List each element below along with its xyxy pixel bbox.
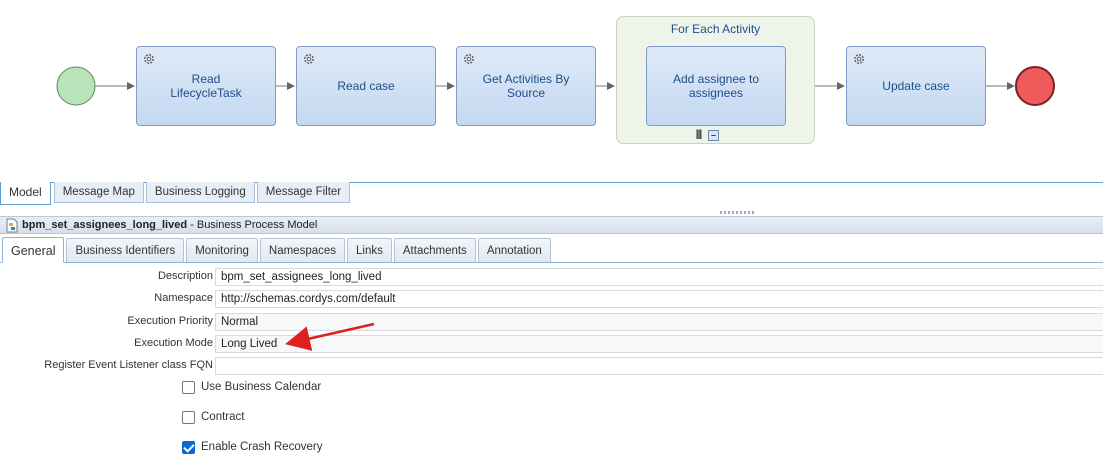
gear-icon [854,54,864,64]
start-event [56,66,96,106]
gear-icon [144,54,154,64]
annotation-arrow [285,322,375,351]
tab-namespaces[interactable]: Namespaces [259,238,346,262]
loop-controls: ||| – [693,130,719,141]
task-get-activities-by-source[interactable]: Get Activities By Source [456,46,596,126]
end-event [1015,66,1055,106]
splitter-grip[interactable] [720,211,754,214]
tab-attachments[interactable]: Attachments [393,238,476,262]
editor-tabs: Model Message Map Business Logging Messa… [0,182,352,205]
use-business-calendar-checkbox[interactable] [182,380,195,394]
tab-links[interactable]: Links [347,238,392,262]
process-canvas: Read LifecycleTask Read case Get Activit… [0,0,1103,182]
namespace-row: Namespace [0,290,1103,308]
tab-annotation[interactable]: Annotation [477,238,551,262]
execution-priority-label: Execution Priority [127,315,213,327]
tab-message-map[interactable]: Message Map [53,182,144,203]
use-business-calendar-row: Use Business Calendar [182,379,321,395]
execution-mode-label: Execution Mode [134,337,213,349]
tab-model[interactable]: Model [0,182,51,205]
tab-business-identifiers[interactable]: Business Identifiers [66,238,185,262]
task-read-case[interactable]: Read case [296,46,436,126]
description-input[interactable] [215,268,1103,286]
description-row: Description [0,268,1103,286]
contract-checkbox[interactable] [182,410,195,424]
process-name: bpm_set_assignees_long_lived [22,219,188,231]
process-model-icon [6,218,18,233]
panel-header: bpm_set_assignees_long_lived - Business … [0,216,1103,234]
multi-instance-icon[interactable]: ||| [693,130,704,141]
tab-message-filter[interactable]: Message Filter [256,182,351,203]
property-tabs: General Business Identifiers Monitoring … [2,237,553,263]
task-update-case[interactable]: Update case [846,46,986,126]
tab-business-logging[interactable]: Business Logging [145,182,255,203]
task-label: Read case [337,79,395,93]
event-listener-row: Register Event Listener class FQN [0,357,1103,375]
enable-crash-recovery-label: Enable Crash Recovery [201,441,323,453]
tab-monitoring[interactable]: Monitoring [186,238,258,262]
enable-crash-recovery-row: Enable Crash Recovery [182,439,322,455]
use-business-calendar-label: Use Business Calendar [201,381,322,393]
execution-mode-row: Execution Mode Long Lived [0,335,1103,353]
event-listener-label: Register Event Listener class FQN [44,359,213,371]
tab-general[interactable]: General [2,237,65,263]
task-label: Update case [882,79,950,93]
contract-row: Contract [182,409,244,425]
gear-icon [304,54,314,64]
gear-icon [464,54,474,64]
task-add-assignee[interactable]: Add assignee to assignees [646,46,786,126]
enable-crash-recovery-checkbox[interactable] [182,440,195,454]
execution-priority-row: Execution Priority Normal [0,313,1103,331]
namespace-input[interactable] [215,290,1103,308]
loop-title: For Each Activity [670,22,761,36]
collapse-icon[interactable]: – [708,130,719,141]
task-label: Get Activities By Source [482,72,570,100]
task-label: Add assignee to assignees [672,72,760,100]
task-read-lifecycletask[interactable]: Read LifecycleTask [136,46,276,126]
namespace-label: Namespace [154,292,213,304]
task-label: Read LifecycleTask [170,72,242,100]
event-listener-input[interactable] [215,357,1103,375]
contract-label: Contract [201,411,245,423]
description-label: Description [157,270,213,282]
panel-title-suffix: - Business Process Model [187,219,318,231]
